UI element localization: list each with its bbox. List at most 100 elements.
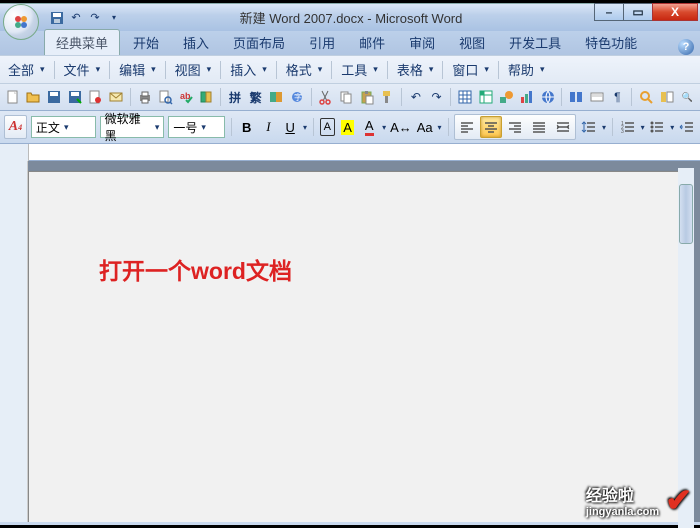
vertical-scrollbar[interactable] — [678, 168, 694, 528]
tab-references[interactable]: 引用 — [298, 30, 346, 55]
style-combo[interactable]: 正文 — [31, 116, 96, 138]
qat-save[interactable] — [49, 10, 65, 26]
outdent-icon — [679, 119, 695, 135]
define-button[interactable]: 字 — [288, 87, 306, 107]
highlight-button[interactable]: A — [339, 116, 357, 138]
simple-trad-button[interactable]: 繁 — [247, 87, 265, 107]
columns-button[interactable] — [567, 87, 585, 107]
separator — [450, 88, 451, 106]
font-color-button[interactable]: A — [360, 116, 378, 138]
tab-special[interactable]: 特色功能 — [574, 30, 648, 55]
redo2-button[interactable]: ↷ — [428, 87, 446, 107]
outdent-button[interactable] — [678, 116, 696, 138]
document-area: 打开一个word文档 — [0, 161, 700, 522]
find-button[interactable] — [637, 87, 655, 107]
maximize-button[interactable]: ▭ — [623, 3, 653, 21]
font-combo[interactable]: 微软雅黑 — [100, 116, 165, 138]
new-button[interactable] — [4, 87, 22, 107]
undo2-button[interactable]: ↶ — [407, 87, 425, 107]
insert-chart-button[interactable] — [518, 87, 536, 107]
insert-shape-button[interactable] — [497, 87, 515, 107]
align-left-button[interactable] — [456, 116, 478, 138]
paste-icon — [359, 89, 375, 105]
tab-home[interactable]: 开始 — [122, 30, 170, 55]
bold-button[interactable]: B — [238, 116, 256, 138]
char-scale-button[interactable]: A↔ — [390, 116, 412, 138]
cut-button[interactable] — [317, 87, 335, 107]
print-button[interactable] — [136, 87, 154, 107]
linespacing-more[interactable]: ▾ — [602, 123, 606, 132]
save-button[interactable] — [45, 87, 63, 107]
email-button[interactable] — [107, 87, 125, 107]
menu-file[interactable]: 文件 — [60, 58, 105, 81]
qat-customize[interactable]: ▾ — [106, 10, 122, 26]
qat-redo[interactable]: ↷ — [87, 10, 103, 26]
document-page[interactable]: 打开一个word文档 — [28, 171, 684, 522]
save-as-button[interactable] — [66, 87, 84, 107]
format-painter-button[interactable] — [379, 87, 397, 107]
underline-more[interactable]: ▾ — [303, 123, 307, 132]
tab-review[interactable]: 审阅 — [398, 30, 446, 55]
change-case-button[interactable]: Aa — [416, 116, 434, 138]
show-marks-button[interactable]: ¶ — [609, 87, 627, 107]
pinyin-button[interactable]: 拼 — [226, 87, 244, 107]
menu-format[interactable]: 格式 — [282, 58, 327, 81]
numbering-more[interactable]: ▾ — [641, 123, 645, 132]
insert-hyperlink-button[interactable] — [539, 87, 557, 107]
menu-view[interactable]: 视图 — [171, 58, 216, 81]
styles-button[interactable]: A4 — [4, 115, 27, 139]
close-button[interactable]: X — [652, 3, 698, 21]
scrollbar-thumb[interactable] — [679, 184, 693, 244]
italic-button[interactable]: I — [260, 116, 278, 138]
border-button[interactable]: A — [320, 118, 335, 136]
menu-window[interactable]: 窗口 — [448, 58, 493, 81]
spellcheck-button[interactable]: ab — [177, 87, 195, 107]
underline-button[interactable]: U — [281, 116, 299, 138]
align-center-button[interactable] — [480, 116, 502, 138]
open-button[interactable] — [25, 87, 43, 107]
align-group — [454, 114, 576, 140]
tab-view[interactable]: 视图 — [448, 30, 496, 55]
align-right-button[interactable] — [504, 116, 526, 138]
menu-all[interactable]: 全部 — [4, 58, 49, 81]
case-more[interactable]: ▾ — [438, 123, 442, 132]
minimize-button[interactable]: – — [594, 3, 624, 21]
menu-table[interactable]: 表格 — [393, 58, 438, 81]
qat-undo[interactable]: ↶ — [68, 10, 84, 26]
nav-button[interactable] — [658, 87, 676, 107]
line-spacing-button[interactable] — [580, 116, 598, 138]
page-scroll-area[interactable]: 打开一个word文档 — [28, 161, 700, 522]
permission-button[interactable] — [87, 87, 105, 107]
zoom-button[interactable]: 🔍 — [678, 87, 696, 107]
menu-insert[interactable]: 插入 — [226, 58, 271, 81]
menu-help[interactable]: 帮助 — [504, 58, 549, 81]
research-button[interactable] — [198, 87, 216, 107]
fontcolor-more[interactable]: ▾ — [382, 123, 386, 132]
tab-classic-menu[interactable]: 经典菜单 — [44, 29, 120, 55]
preview-button[interactable] — [156, 87, 174, 107]
size-combo[interactable]: 一号 — [168, 116, 225, 138]
horizontal-ruler[interactable] — [28, 144, 700, 161]
paste-button[interactable] — [358, 87, 376, 107]
bullets-button[interactable] — [649, 116, 667, 138]
bullets-more[interactable]: ▾ — [670, 123, 674, 132]
help-icon[interactable]: ? — [678, 39, 694, 55]
insert-table-button[interactable] — [456, 87, 474, 107]
vertical-ruler[interactable] — [0, 161, 28, 522]
insert-sheet-button[interactable] — [477, 87, 495, 107]
tab-page-layout[interactable]: 页面布局 — [222, 30, 296, 55]
tab-mailings[interactable]: 邮件 — [348, 30, 396, 55]
align-dist-button[interactable] — [552, 116, 574, 138]
tab-insert[interactable]: 插入 — [172, 30, 220, 55]
font-value: 微软雅黑 — [105, 110, 151, 144]
menu-edit[interactable]: 编辑 — [115, 58, 160, 81]
classic-menu-bar: 全部 文件 编辑 视图 插入 格式 工具 表格 窗口 帮助 — [0, 55, 700, 84]
trans-button[interactable] — [267, 87, 285, 107]
office-button[interactable] — [3, 4, 39, 40]
tab-developer[interactable]: 开发工具 — [498, 30, 572, 55]
menu-tools[interactable]: 工具 — [337, 58, 382, 81]
view-toggle-button[interactable] — [588, 87, 606, 107]
align-justify-button[interactable] — [528, 116, 550, 138]
copy-button[interactable] — [337, 87, 355, 107]
numbering-button[interactable]: 123 — [619, 116, 637, 138]
